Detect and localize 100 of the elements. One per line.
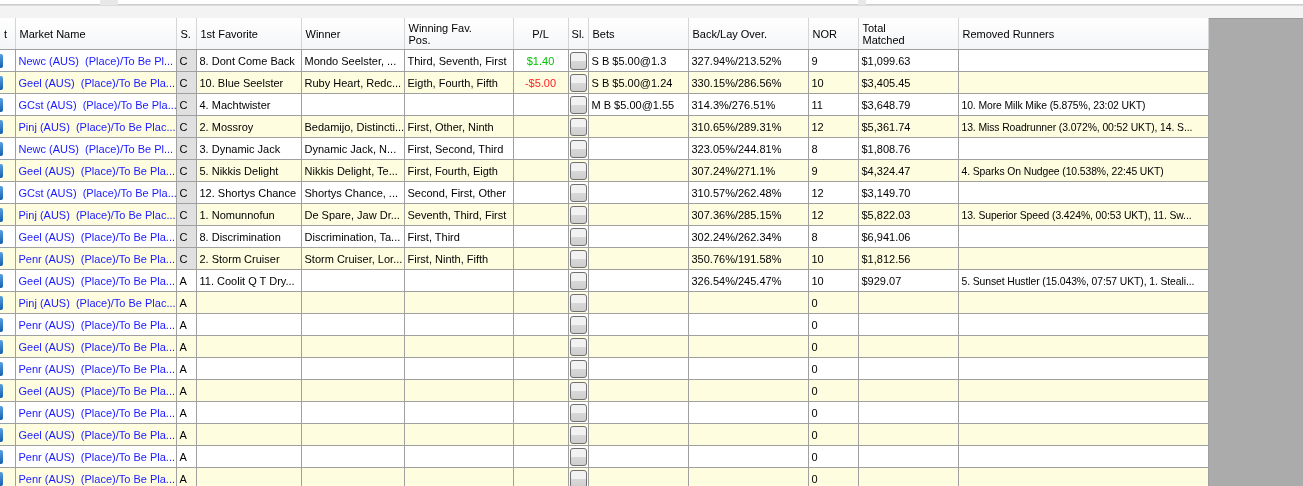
status-icon bbox=[0, 163, 3, 178]
row-button[interactable] bbox=[569, 117, 587, 136]
position-text: Eigth, Fourth, Fifth bbox=[407, 76, 498, 89]
profit-text: -$5.00 bbox=[524, 76, 557, 89]
status-text: C bbox=[179, 76, 188, 89]
row-button[interactable] bbox=[569, 271, 587, 290]
winner-text: Nikkis Delight, Te... bbox=[304, 164, 398, 177]
position-text: First, Fourth, Eigth bbox=[407, 164, 498, 177]
input-field[interactable] bbox=[866, 0, 1303, 5]
row-button[interactable] bbox=[569, 315, 587, 334]
column-header[interactable]: Market Name bbox=[19, 27, 86, 40]
winner-text: De Spare, Jaw Dr... bbox=[304, 208, 400, 221]
status-text: A bbox=[179, 296, 187, 309]
column-header[interactable]: Winner bbox=[305, 27, 341, 40]
bet-text: S B $5.00@1.24 bbox=[591, 76, 673, 89]
row-button[interactable] bbox=[569, 381, 587, 400]
status-text: A bbox=[179, 428, 187, 441]
matched-amount: $1,808.76 bbox=[861, 142, 911, 155]
status-icon bbox=[0, 273, 3, 288]
runner-count: 0 bbox=[811, 340, 818, 353]
matched-amount: $3,149.70 bbox=[861, 186, 911, 199]
status-icon bbox=[0, 53, 3, 68]
favorite-text: 2. Mossroy bbox=[199, 120, 254, 133]
matched-amount: $6,941.06 bbox=[861, 230, 911, 243]
matched-amount: $5,361.74 bbox=[861, 120, 911, 133]
status-icon bbox=[0, 185, 3, 200]
runner-count: 10 bbox=[811, 274, 824, 287]
status-text: C bbox=[179, 230, 188, 243]
runner-count: 10 bbox=[811, 76, 824, 89]
column-header[interactable]: t bbox=[4, 27, 8, 40]
status-text: C bbox=[179, 208, 188, 221]
row-button[interactable] bbox=[569, 139, 587, 158]
row-button[interactable] bbox=[569, 337, 587, 356]
status-text: C bbox=[179, 54, 188, 67]
overround-text: 314.3%/276.51% bbox=[691, 98, 776, 111]
removed-runners-text: 4. Sparks On Nudgee (10.538%, 22:45 UKT) bbox=[961, 165, 1164, 177]
input-field[interactable] bbox=[118, 0, 858, 5]
runner-count: 0 bbox=[811, 318, 818, 331]
row-button[interactable] bbox=[569, 425, 587, 444]
status-text: A bbox=[179, 472, 187, 485]
row-button[interactable] bbox=[569, 161, 587, 180]
matched-amount: $5,822.03 bbox=[861, 208, 911, 221]
row-button[interactable] bbox=[569, 205, 587, 224]
status-icon bbox=[0, 471, 3, 486]
column-header[interactable]: Bets bbox=[592, 27, 615, 40]
matched-amount: $3,405.45 bbox=[861, 76, 911, 89]
row-button[interactable] bbox=[569, 227, 587, 246]
runner-count: 0 bbox=[811, 428, 818, 441]
position-text: Seventh, Third, First bbox=[407, 208, 507, 221]
overround-text: 302.24%/262.34% bbox=[691, 230, 782, 243]
status-text: C bbox=[179, 98, 188, 111]
overround-text: 327.94%/213.52% bbox=[691, 54, 782, 67]
runner-count: 12 bbox=[811, 186, 824, 199]
row-button[interactable] bbox=[569, 469, 587, 486]
overround-text: 307.36%/285.15% bbox=[691, 208, 782, 221]
favorite-text: 3. Dynamic Jack bbox=[199, 142, 281, 155]
row-button[interactable] bbox=[569, 51, 587, 70]
runner-count: 10 bbox=[811, 252, 824, 265]
column-header[interactable]: Removed Runners bbox=[962, 27, 1055, 40]
row-button[interactable] bbox=[569, 183, 587, 202]
matched-amount: $1,812.56 bbox=[861, 252, 911, 265]
row-button[interactable] bbox=[569, 447, 587, 466]
winner-text: Mondo Seelster, ... bbox=[304, 54, 397, 67]
row-button[interactable] bbox=[569, 359, 587, 378]
status-icon bbox=[0, 361, 3, 376]
runner-count: 0 bbox=[811, 472, 818, 485]
position-text: Second, First, Other bbox=[407, 186, 506, 199]
runner-count: 11 bbox=[811, 98, 823, 111]
favorite-text: 1. Nomunnofun bbox=[199, 208, 275, 221]
row-button[interactable] bbox=[569, 73, 587, 92]
favorite-text: 4. Machtwister bbox=[199, 98, 271, 111]
row-button[interactable] bbox=[569, 403, 587, 422]
row-button[interactable] bbox=[569, 249, 587, 268]
winner-text: Shortys Chance, ... bbox=[304, 186, 399, 199]
runner-count: 0 bbox=[811, 296, 818, 309]
row-button[interactable] bbox=[569, 293, 587, 312]
status-icon bbox=[0, 97, 3, 112]
removed-runners-text: 13. Miss Roadrunner (3.072%, 00:52 UKT), 14. S... bbox=[961, 121, 1193, 133]
runner-count: 12 bbox=[811, 208, 824, 221]
bet-text: S B $5.00@1.3 bbox=[591, 54, 667, 67]
favorite-text: 2. Storm Cruiser bbox=[199, 252, 280, 265]
status-icon bbox=[0, 383, 3, 398]
profit-text: $1.40 bbox=[526, 54, 555, 67]
runner-count: 9 bbox=[811, 54, 818, 67]
removed-runners-text: 10. More Milk Mike (5.875%, 23:02 UKT) bbox=[961, 99, 1146, 111]
overround-text: 323.05%/244.81% bbox=[691, 142, 782, 155]
winner-text: Ruby Heart, Redc... bbox=[304, 76, 402, 89]
column-header[interactable]: P/L bbox=[532, 27, 549, 40]
status-icon bbox=[0, 449, 3, 464]
runner-count: 0 bbox=[811, 406, 818, 419]
runner-count: 12 bbox=[811, 120, 824, 133]
position-text: First, Second, Third bbox=[407, 142, 504, 155]
input-field[interactable] bbox=[0, 0, 100, 5]
removed-runners-text: 13. Superior Speed (3.424%, 00:53 UKT), 11. Sw... bbox=[961, 209, 1192, 221]
removed-runners-text: 5. Sunset Hustler (15.043%, 07:57 UKT), 1. Steali... bbox=[961, 275, 1195, 287]
status-icon bbox=[0, 207, 3, 222]
favorite-text: 12. Shortys Chance bbox=[199, 186, 297, 199]
status-text: A bbox=[179, 406, 187, 419]
favorite-text: 5. Nikkis Delight bbox=[199, 164, 279, 177]
row-button[interactable] bbox=[569, 95, 587, 114]
